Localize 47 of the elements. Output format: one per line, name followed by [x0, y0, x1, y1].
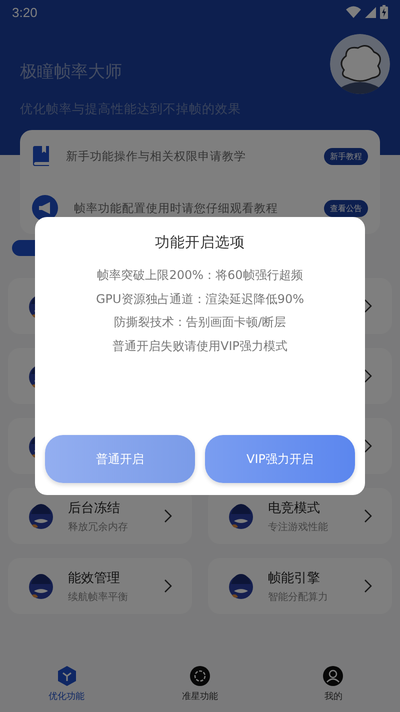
chevron-icon [164, 579, 172, 593]
cube-icon [56, 666, 77, 686]
gear-icon [190, 666, 210, 686]
chevron-icon [364, 299, 372, 313]
mascot-icon [28, 502, 54, 530]
dialog-text: 普通开启失败请使用VIP强力模式 [112, 338, 288, 354]
mascot-icon [228, 572, 254, 600]
mascot-icon [28, 572, 54, 600]
nav-tab[interactable]: 准星功能 [160, 665, 240, 704]
app-title: 极瞳帧率大师 [20, 61, 123, 83]
card-subtitle: 释放冗余内存 [68, 520, 129, 534]
feature-card[interactable]: 能效管理 续航帧率平衡 [8, 558, 192, 614]
book-icon [32, 146, 50, 166]
notice-text: 帧率功能配置使用时请您仔细观看教程 [74, 200, 279, 216]
card-subtitle: 续航帧率平衡 [68, 590, 129, 604]
card-subtitle: 智能分配算力 [268, 590, 329, 604]
notice-badge[interactable]: 新手教程 [324, 148, 368, 164]
nav-tab[interactable]: 优化功能 [26, 665, 107, 704]
dialog-text: 帧率突破上限200%：将60帧强行超频 [97, 267, 303, 284]
chevron-icon [164, 509, 172, 523]
dialog-text: 防撕裂技术：告别画面卡顿/断层 [114, 314, 286, 331]
notice-badge[interactable]: 查看公告 [324, 200, 368, 216]
signal-icon [365, 6, 376, 18]
dialog-title: 功能开启选项 [155, 234, 245, 252]
dialog-text: GPU资源独占通道：渲染延迟降低90% [96, 290, 304, 308]
avatar-icon[interactable] [330, 34, 390, 94]
feature-card[interactable]: 电竞模式 专注游戏性能 [208, 488, 392, 544]
chevron-icon [364, 509, 372, 523]
enable-button[interactable]: VIP强力开启 [205, 435, 355, 483]
card-title: 帧能引擎 [268, 570, 321, 586]
mascot-icon [228, 502, 254, 530]
feature-card[interactable]: 后台冻结 释放冗余内存 [8, 488, 192, 544]
card-subtitle: 专注游戏性能 [268, 520, 329, 534]
enable-button[interactable]: 普通开启 [45, 435, 195, 483]
notice-text: 新手功能操作与相关权限申请教学 [66, 148, 247, 164]
chevron-icon [364, 439, 372, 453]
chevron-icon [364, 579, 372, 593]
card-title: 电竞模式 [268, 500, 321, 516]
status-time: 3:20 [12, 4, 38, 20]
battery-icon [380, 5, 388, 19]
nav-tab[interactable]: 我的 [293, 665, 374, 704]
wifi-icon [346, 6, 361, 18]
card-title: 能效管理 [68, 570, 121, 586]
chevron-icon [364, 369, 372, 383]
feature-card[interactable]: 帧能引擎 智能分配算力 [208, 558, 392, 614]
card-title: 后台冻结 [68, 500, 121, 516]
profile-icon [323, 666, 344, 686]
